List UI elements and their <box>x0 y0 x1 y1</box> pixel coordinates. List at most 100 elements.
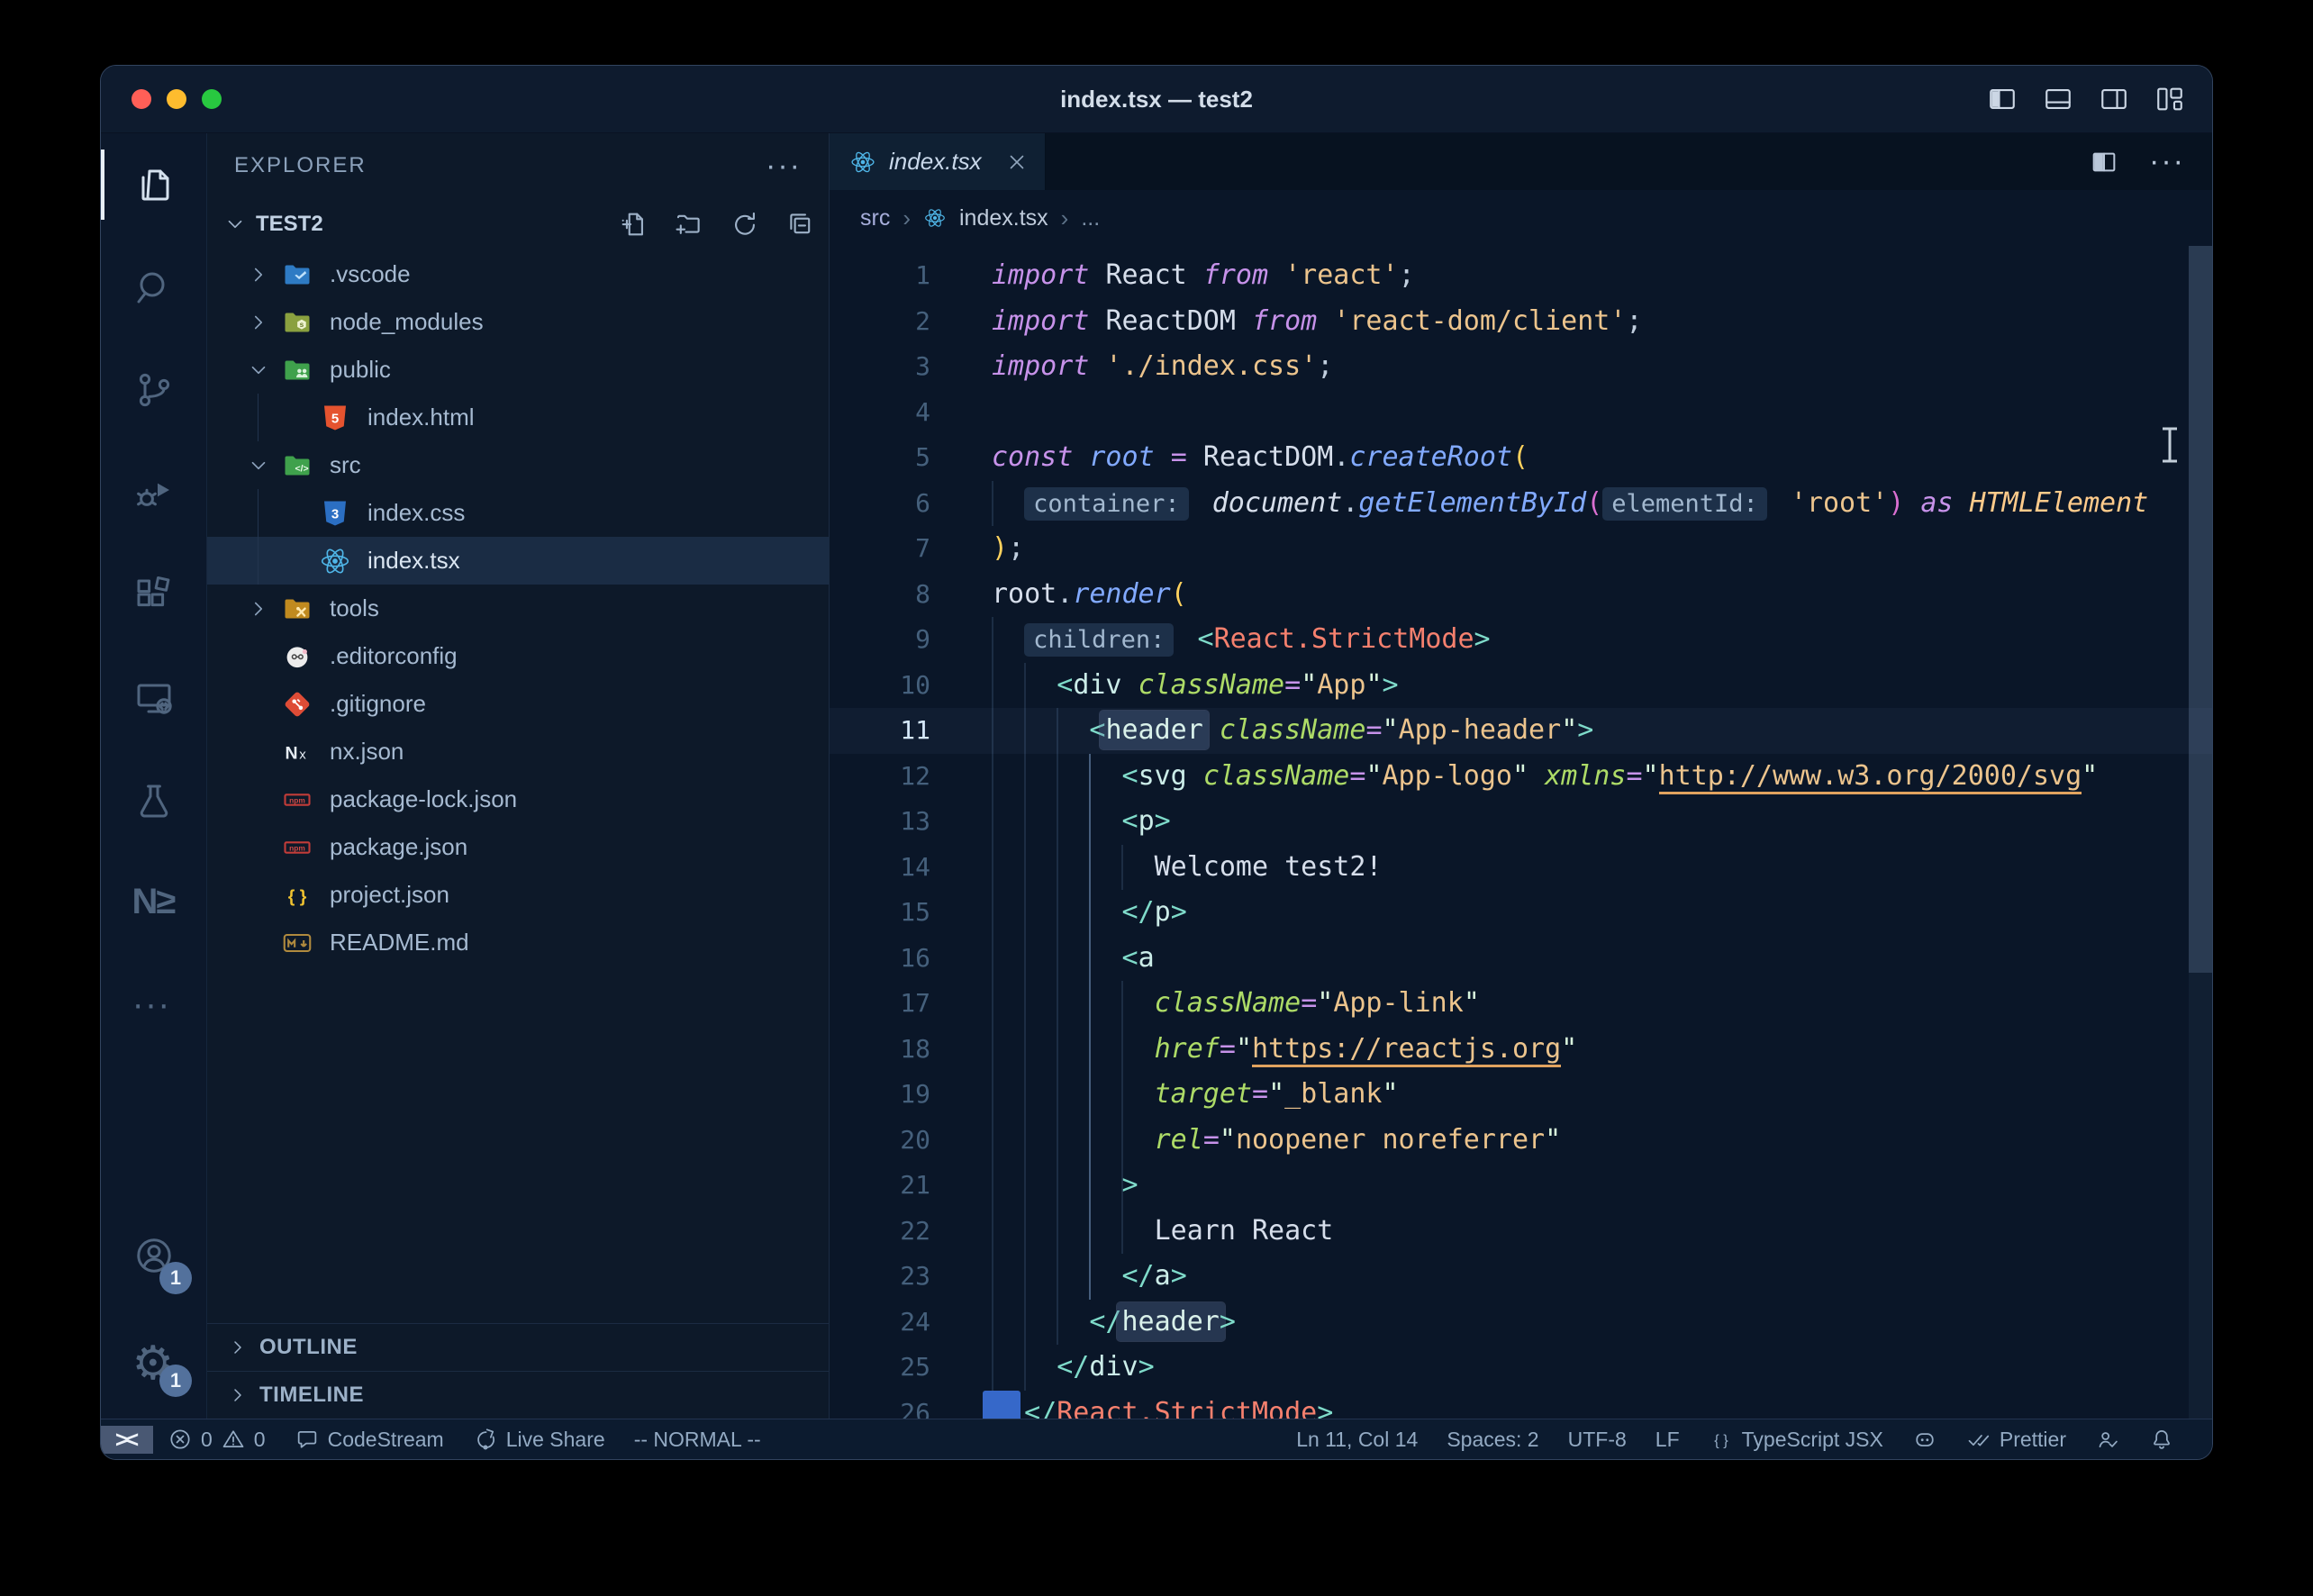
code-line-1: 1import React from 'react'; <box>830 253 2212 299</box>
tree-item-.editorconfig[interactable]: .editorconfig <box>207 632 829 680</box>
chevron-spacer <box>247 693 270 716</box>
breadcrumb-folder[interactable]: src <box>860 205 890 231</box>
activity-item-source-control[interactable] <box>101 339 206 441</box>
toggle-secondary-sidebar-icon[interactable] <box>2099 84 2129 114</box>
more-icon: ··· <box>132 984 176 1028</box>
chevron-right-icon <box>227 1384 249 1406</box>
breadcrumb-symbol[interactable]: ... <box>1081 205 1100 231</box>
tree-item-nx.json[interactable]: Nxnx.json <box>207 728 829 775</box>
close-window-button[interactable] <box>132 89 151 109</box>
breadcrumb-file[interactable]: index.tsx <box>959 205 1048 231</box>
explorer-title: EXPLORER <box>234 153 367 178</box>
status-codestream[interactable]: CodeStream <box>280 1419 458 1459</box>
new-file-icon[interactable] <box>618 209 649 240</box>
tree-item-README.md[interactable]: README.md <box>207 919 829 966</box>
status-indentation[interactable]: Spaces: 2 <box>1432 1419 1553 1459</box>
svg-text:npm: npm <box>289 843 305 852</box>
status-problems[interactable]: 00 <box>153 1419 280 1459</box>
markdown-icon <box>281 927 313 959</box>
tree-item-tools[interactable]: tools <box>207 585 829 632</box>
activity-item-accounts[interactable]: 1 <box>101 1204 206 1307</box>
activity-item-nx-console[interactable]: N≥ <box>101 852 206 955</box>
zoom-window-button[interactable] <box>202 89 222 109</box>
svg-text:N: N <box>286 743 298 763</box>
code-line-13: 13 <p> <box>830 799 2212 845</box>
status-notifications[interactable] <box>2135 1419 2189 1459</box>
react-icon <box>319 545 351 577</box>
tree-item-public[interactable]: public <box>207 346 829 394</box>
collapse-all-icon[interactable] <box>785 209 816 240</box>
status-prettier[interactable]: Prettier <box>1952 1419 2081 1459</box>
activity-item-testing[interactable] <box>101 749 206 852</box>
breadcrumb-separator-icon: › <box>903 204 911 232</box>
code-editor[interactable]: 1import React from 'react';2import React… <box>830 246 2212 1419</box>
code-line-20: 20 rel="noopener noreferrer" <box>830 1118 2212 1164</box>
folder-vscode-icon <box>281 258 313 291</box>
npm-icon: npm <box>281 831 313 864</box>
svg-text:{ }: { } <box>1714 1432 1728 1448</box>
refresh-icon[interactable] <box>730 209 760 240</box>
status-language-mode[interactable]: { }TypeScript JSX <box>1694 1419 1898 1459</box>
extensions-icon <box>132 574 176 617</box>
svg-text:5: 5 <box>331 411 339 426</box>
status-encoding[interactable]: UTF-8 <box>1554 1419 1641 1459</box>
status-feedback[interactable] <box>2081 1419 2135 1459</box>
activity-item-run-and-debug[interactable] <box>101 441 206 544</box>
checks-icon <box>1966 1427 1991 1452</box>
tree-item-label: .gitignore <box>330 690 426 718</box>
search-icon <box>132 266 176 309</box>
code-line-16: 16 <a <box>830 936 2212 982</box>
activity-item-additional-views[interactable]: ··· <box>101 955 206 1057</box>
editor-more-actions-icon[interactable]: ··· <box>2149 144 2185 179</box>
folder-node-icon: s <box>281 306 313 339</box>
remote-indicator[interactable]: >< <box>101 1426 153 1454</box>
split-editor-icon[interactable] <box>2090 148 2118 177</box>
nx-icon: N≥ <box>132 882 176 925</box>
status-label: -- NORMAL -- <box>634 1428 761 1452</box>
css-icon: 3 <box>319 497 351 530</box>
tree-item-index.html[interactable]: 5index.html <box>207 394 829 441</box>
panel-outline[interactable]: OUTLINE <box>207 1323 829 1371</box>
code-line-21: 21 > <box>830 1163 2212 1209</box>
tab-index-tsx[interactable]: index.tsx <box>830 133 1046 190</box>
project-section-header[interactable]: TEST2 <box>207 198 829 250</box>
error-icon <box>168 1427 193 1452</box>
tree-item-src[interactable]: </>src <box>207 441 829 489</box>
tree-item-.vscode[interactable]: .vscode <box>207 250 829 298</box>
tree-item-.gitignore[interactable]: .gitignore <box>207 680 829 728</box>
toggle-primary-sidebar-icon[interactable] <box>1987 84 2018 114</box>
panel-label: OUTLINE <box>259 1335 358 1360</box>
activity-item-extensions[interactable] <box>101 544 206 647</box>
svg-text:x: x <box>299 747 306 762</box>
status-copilot[interactable] <box>1898 1419 1952 1459</box>
tree-item-index.tsx[interactable]: index.tsx <box>207 537 829 585</box>
toggle-panel-icon[interactable] <box>2043 84 2073 114</box>
panel-timeline[interactable]: TIMELINE <box>207 1371 829 1419</box>
tree-item-package-lock.json[interactable]: npmpackage-lock.json <box>207 775 829 823</box>
close-tab-icon[interactable] <box>1005 150 1029 174</box>
vscode-window: index.tsx — test2 N≥···1⚙1 EXPLORER ··· … <box>100 65 2213 1460</box>
status-vim-mode[interactable]: -- NORMAL -- <box>620 1419 776 1459</box>
chevron-spacer <box>247 788 270 812</box>
status-live-share[interactable]: Live Share <box>458 1419 620 1459</box>
tab-label: index.tsx <box>889 148 982 176</box>
tree-item-node_modules[interactable]: snode_modules <box>207 298 829 346</box>
activity-item-explorer[interactable] <box>101 133 206 236</box>
customize-layout-icon[interactable] <box>2154 84 2185 114</box>
status-cursor-position[interactable]: Ln 11, Col 14 <box>1282 1419 1432 1459</box>
tree-item-package.json[interactable]: npmpackage.json <box>207 823 829 871</box>
status-label: 0 <box>254 1428 266 1452</box>
new-folder-icon[interactable] <box>674 209 704 240</box>
explorer-more-icon[interactable]: ··· <box>766 149 802 184</box>
svg-text:s: s <box>300 320 304 328</box>
activity-item-remote-explorer[interactable] <box>101 647 206 749</box>
svg-text:</>: </> <box>295 463 309 474</box>
activity-item-settings[interactable]: ⚙1 <box>101 1307 206 1410</box>
status-eol[interactable]: LF <box>1641 1419 1694 1459</box>
tree-item-index.css[interactable]: 3index.css <box>207 489 829 537</box>
editor-scrollbar[interactable] <box>2189 246 2212 1419</box>
tree-item-project.json[interactable]: { }project.json <box>207 871 829 919</box>
minimize-window-button[interactable] <box>167 89 186 109</box>
line-number: 19 <box>830 1072 930 1118</box>
activity-item-search[interactable] <box>101 236 206 339</box>
